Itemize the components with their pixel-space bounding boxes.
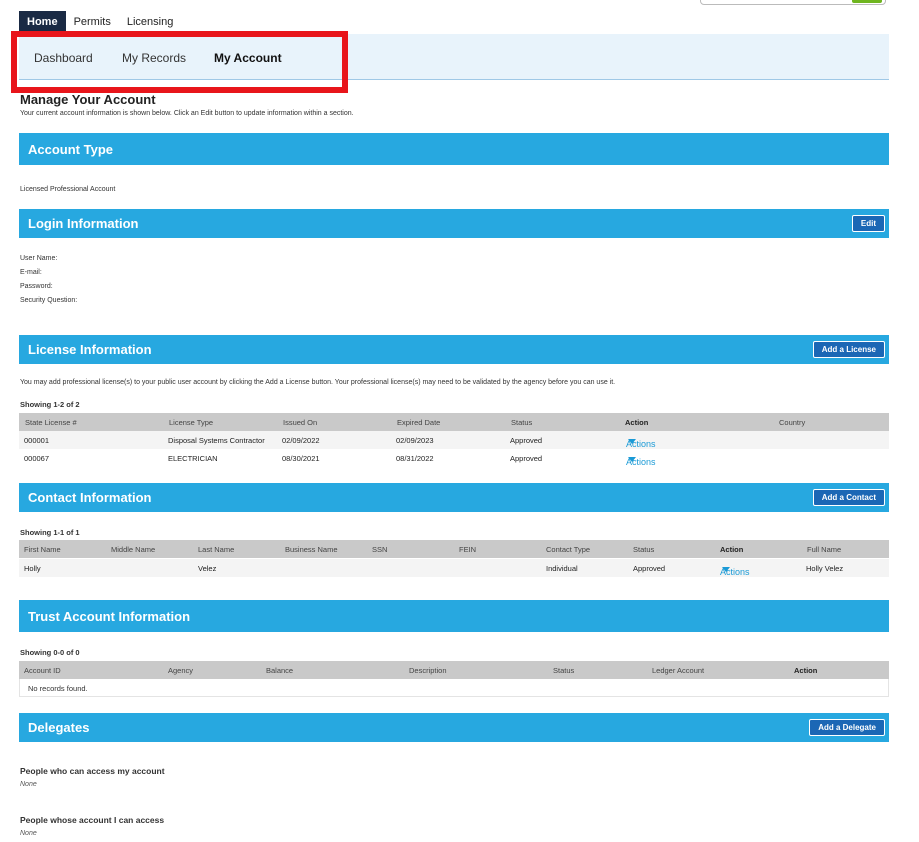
password-label: Password:: [20, 283, 53, 290]
col-issued-on[interactable]: Issued On: [283, 418, 317, 427]
account-type-value: Licensed Professional Account: [20, 186, 116, 193]
tab-licensing[interactable]: Licensing: [119, 11, 181, 33]
license-info-title: License Information: [28, 342, 152, 357]
col-status[interactable]: Status: [553, 666, 574, 675]
caret-down-icon: [628, 439, 636, 444]
i-access-value: None: [20, 830, 37, 837]
delegates-header: Delegates Add a Delegate: [19, 713, 889, 742]
add-contact-button[interactable]: Add a Contact: [812, 489, 885, 506]
col-balance[interactable]: Balance: [266, 666, 293, 675]
account-type-title: Account Type: [28, 141, 113, 157]
col-business-name[interactable]: Business Name: [285, 545, 338, 554]
security-question-label: Security Question:: [20, 297, 78, 304]
global-search-input[interactable]: [700, 0, 886, 5]
username-label: User Name:: [20, 255, 58, 262]
license-info-header: License Information Add a License: [19, 335, 889, 364]
i-access-label: People whose account I can access: [20, 815, 165, 825]
search-button[interactable]: [852, 0, 882, 3]
tab-permits[interactable]: Permits: [66, 11, 119, 33]
login-info-title: Login Information: [28, 216, 139, 231]
account-type-header: Account Type: [19, 133, 889, 165]
page-title: Manage Your Account: [20, 92, 156, 107]
col-country[interactable]: Country: [779, 418, 805, 427]
add-delegate-button[interactable]: Add a Delegate: [809, 719, 885, 736]
col-agency[interactable]: Agency: [168, 666, 193, 675]
email-label: E-mail:: [20, 269, 42, 276]
contact-table-header: First Name Middle Name Last Name Busines…: [19, 540, 889, 558]
col-description[interactable]: Description: [409, 666, 447, 675]
col-ledger-account[interactable]: Ledger Account: [652, 666, 704, 675]
trust-account-title: Trust Account Information: [28, 608, 191, 624]
table-row: 000001 Disposal Systems Contractor 02/09…: [19, 431, 889, 449]
col-action: Action: [794, 666, 818, 675]
edit-login-button[interactable]: Edit: [851, 215, 885, 232]
license-showing: Showing 1-2 of 2: [20, 400, 80, 409]
license-note: You may add professional license(s) to y…: [20, 379, 616, 386]
col-first-name[interactable]: First Name: [24, 545, 61, 554]
col-full-name[interactable]: Full Name: [807, 545, 841, 554]
col-last-name[interactable]: Last Name: [198, 545, 234, 554]
col-contact-type[interactable]: Contact Type: [546, 545, 590, 554]
col-ssn[interactable]: SSN: [372, 545, 387, 554]
trust-table-header: Account ID Agency Balance Description St…: [19, 661, 889, 679]
license-table-header: State License # License Type Issued On E…: [19, 413, 889, 431]
contact-info-header: Contact Information Add a Contact: [19, 483, 889, 512]
no-records-message: No records found.: [19, 679, 889, 697]
highlight-box: [11, 31, 348, 93]
col-status[interactable]: Status: [633, 545, 654, 554]
contact-showing: Showing 1-1 of 1: [20, 528, 80, 537]
login-info-header: Login Information Edit: [19, 209, 889, 238]
trust-account-header: Trust Account Information: [19, 600, 889, 632]
can-access-label: People who can access my account: [20, 766, 165, 776]
delegates-title: Delegates: [28, 720, 90, 735]
page-subtitle: Your current account information is show…: [20, 110, 354, 117]
can-access-value: None: [20, 781, 37, 788]
add-license-button[interactable]: Add a License: [812, 341, 885, 358]
col-license-type[interactable]: License Type: [169, 418, 213, 427]
table-row: 000067 ELECTRICIAN 08/30/2021 08/31/2022…: [24, 454, 656, 467]
col-state-license[interactable]: State License #: [25, 418, 77, 427]
top-nav: Home Permits Licensing: [19, 11, 181, 33]
col-account-id[interactable]: Account ID: [24, 666, 61, 675]
caret-down-icon: [722, 567, 730, 572]
tab-home[interactable]: Home: [19, 11, 66, 33]
contact-info-title: Contact Information: [28, 490, 152, 505]
caret-down-icon: [628, 457, 636, 462]
col-middle-name[interactable]: Middle Name: [111, 545, 155, 554]
table-row: Holly Velez Individual Approved Actions …: [19, 559, 889, 577]
col-action: Action: [720, 545, 744, 554]
col-fein[interactable]: FEIN: [459, 545, 476, 554]
col-expired-date[interactable]: Expired Date: [397, 418, 440, 427]
col-action: Action: [625, 418, 649, 427]
col-status[interactable]: Status: [511, 418, 532, 427]
trust-showing: Showing 0-0 of 0: [20, 648, 80, 657]
